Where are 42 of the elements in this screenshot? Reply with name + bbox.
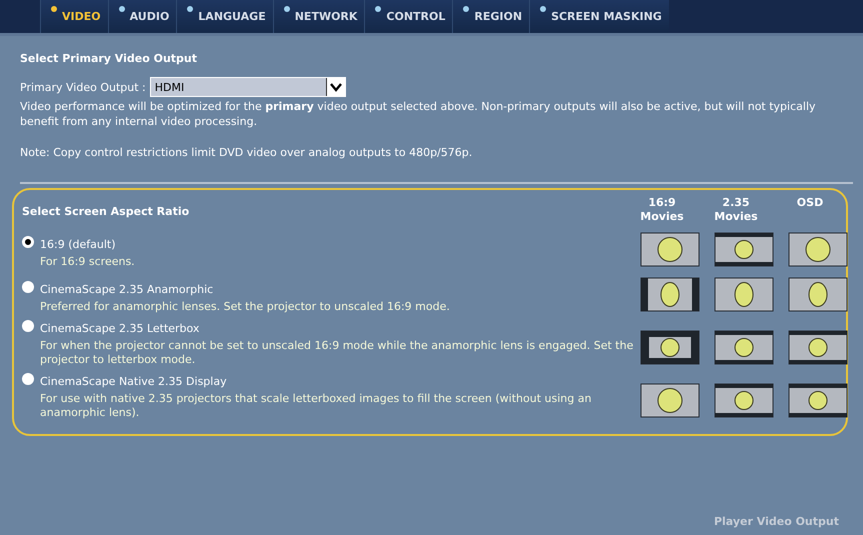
section-heading: Select Primary Video Output <box>20 52 198 65</box>
radio-button[interactable] <box>22 236 34 248</box>
screen-preview-drawing <box>714 277 774 312</box>
output-dropdown[interactable]: HDMI <box>150 77 346 97</box>
tab[interactable]: AUDIO <box>108 0 176 33</box>
option-label: 16:9 (default) <box>40 238 116 251</box>
screen-preview-drawing <box>788 383 848 418</box>
field-label: Primary Video Output : <box>20 80 146 94</box>
option-description: For use with native 2.35 projectors that scale letterboxed images to fill the screen (without using an anamorphic lens). <box>39 392 592 420</box>
tab[interactable]: VIDEO <box>40 0 108 33</box>
screen-preview-drawing <box>788 277 848 312</box>
tab[interactable]: NETWORK <box>272 0 364 33</box>
option-description: For when the projector cannot be set to unscaled 16:9 mode while the anamorphic lens is engaged. Set the projector to letterbox mode. <box>39 339 634 367</box>
caption-text: Player Video Output <box>714 515 839 528</box>
screen-preview-drawing <box>640 330 700 365</box>
note-text: Note: Copy control restrictions limit DVD video over analog outputs to 480p/576p. <box>20 145 474 160</box>
option-label: CinemaScape 2.35 Letterbox <box>40 322 200 335</box>
tab[interactable]: SCREEN MASKING <box>529 0 669 33</box>
screen-preview-drawing <box>640 383 700 418</box>
tab[interactable]: LANGUAGE <box>176 0 273 33</box>
column-header: 2.35 Movies <box>713 196 759 224</box>
tab[interactable]: CONTROL <box>364 0 452 33</box>
section-heading: Select Screen Aspect Ratio <box>22 205 190 218</box>
option-label: CinemaScape 2.35 Anamorphic <box>40 283 214 296</box>
option-description: For 16:9 screens. <box>39 255 136 269</box>
screen-preview-drawing <box>640 277 700 312</box>
screen-preview-drawing <box>714 330 774 365</box>
screen-preview-drawing <box>640 232 700 267</box>
radio-button[interactable] <box>22 372 34 384</box>
column-header: OSD <box>796 196 824 211</box>
radio-button[interactable] <box>22 320 34 332</box>
column-header: 16:9 Movies <box>639 196 685 224</box>
tab[interactable]: REGION <box>452 0 530 33</box>
screen-preview-drawing <box>788 232 848 267</box>
description-text: Video performance will be optimized for the primary video output selected above. Non-primary outputs will also be active, but will not typically benefit from any internal video processing. <box>20 99 817 129</box>
screen-preview-drawing <box>788 330 848 365</box>
chevron-down-icon <box>326 78 345 96</box>
radio-button[interactable] <box>22 280 34 292</box>
option-label: CinemaScape Native 2.35 Display <box>40 375 227 388</box>
screen-preview-drawing <box>714 232 774 267</box>
option-description: Preferred for anamorphic lenses. Set the projector to unscaled 16:9 mode. <box>39 300 451 314</box>
screen-preview-drawing <box>714 383 774 418</box>
